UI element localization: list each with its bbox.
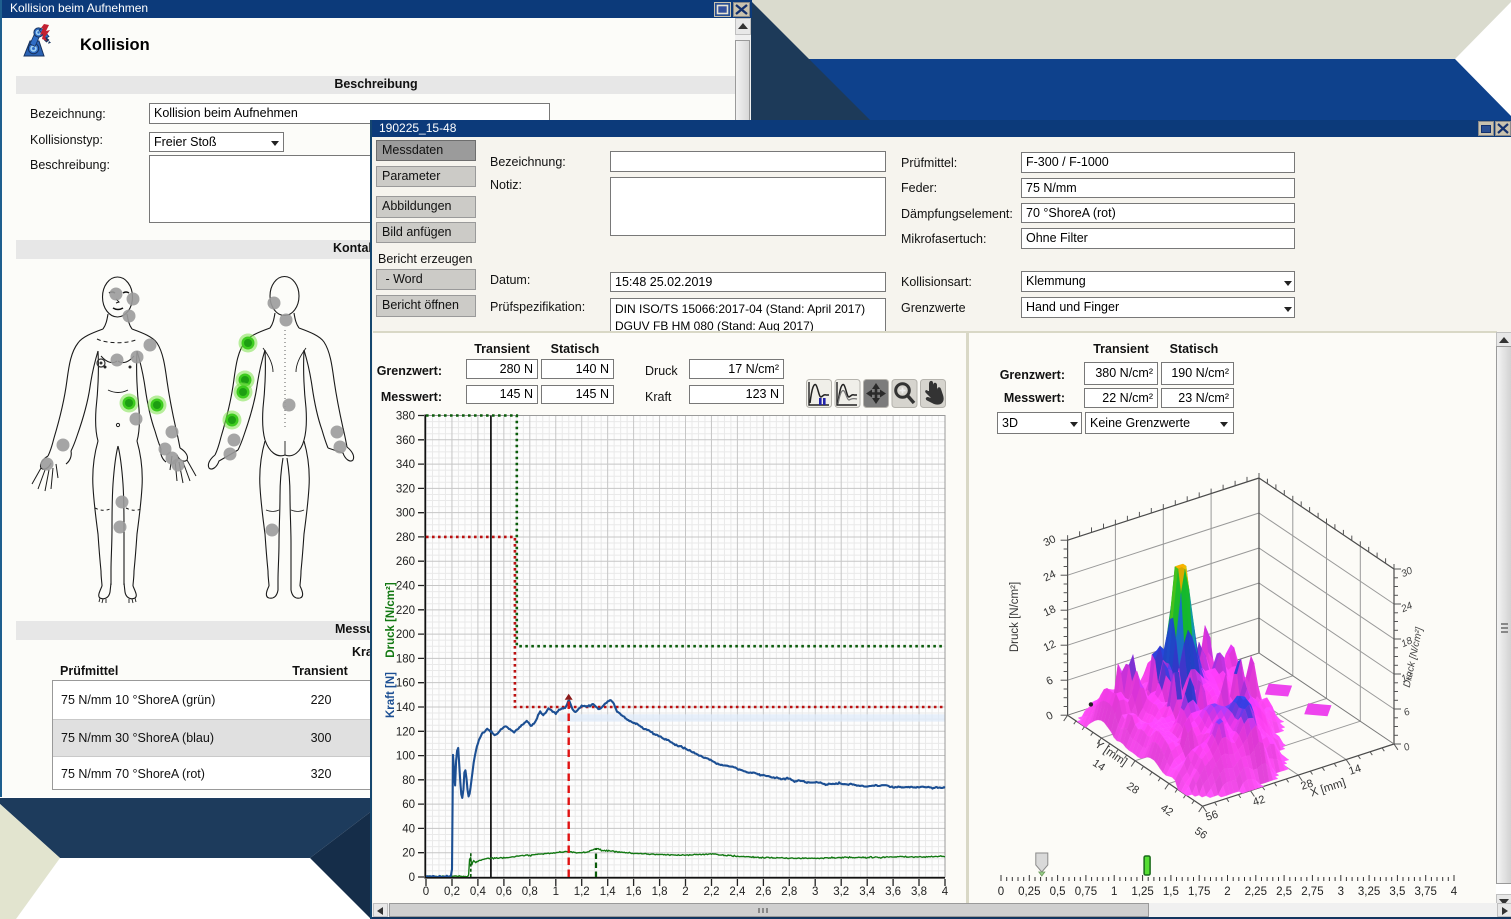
svg-text:1,75: 1,75 <box>1188 886 1210 898</box>
svg-text:3: 3 <box>812 886 818 898</box>
svg-text:0: 0 <box>423 886 429 898</box>
svg-text:60: 60 <box>402 799 415 811</box>
svg-text:18: 18 <box>1042 603 1058 619</box>
svg-text:2,2: 2,2 <box>704 886 720 898</box>
svg-text:12: 12 <box>1042 638 1058 654</box>
svg-text:0,75: 0,75 <box>1075 886 1097 898</box>
svg-text:300: 300 <box>396 508 415 520</box>
svg-text:1: 1 <box>553 886 559 898</box>
svg-text:56: 56 <box>1204 809 1219 824</box>
svg-text:0,5: 0,5 <box>1050 886 1066 898</box>
svg-text:0: 0 <box>1044 710 1055 723</box>
svg-text:0,4: 0,4 <box>470 886 487 898</box>
svg-text:0,8: 0,8 <box>522 886 538 898</box>
svg-text:220: 220 <box>396 605 415 617</box>
svg-text:4: 4 <box>942 886 949 898</box>
svg-text:2,75: 2,75 <box>1301 886 1323 898</box>
svg-text:28: 28 <box>1124 780 1141 797</box>
svg-text:1: 1 <box>1111 886 1117 898</box>
svg-text:200: 200 <box>396 629 415 641</box>
svg-text:3,5: 3,5 <box>1389 886 1405 898</box>
svg-text:1,5: 1,5 <box>1163 886 1179 898</box>
svg-text:120: 120 <box>396 726 415 738</box>
svg-text:280: 280 <box>396 532 415 544</box>
svg-text:360: 360 <box>396 435 415 447</box>
svg-text:320: 320 <box>396 483 415 495</box>
svg-text:3,25: 3,25 <box>1358 886 1380 898</box>
svg-text:0,25: 0,25 <box>1018 886 1040 898</box>
svg-text:42: 42 <box>1251 794 1266 809</box>
svg-text:Druck [N/cm²]: Druck [N/cm²] <box>385 582 397 658</box>
svg-text:20: 20 <box>402 848 415 860</box>
svg-text:180: 180 <box>396 653 415 665</box>
svg-text:3,4: 3,4 <box>859 886 876 898</box>
svg-text:2: 2 <box>682 886 688 898</box>
svg-text:14: 14 <box>1347 763 1362 778</box>
svg-text:340: 340 <box>396 459 415 471</box>
svg-text:260: 260 <box>396 556 415 568</box>
svg-text:30: 30 <box>1400 565 1415 580</box>
svg-text:3,75: 3,75 <box>1415 886 1437 898</box>
svg-text:3,6: 3,6 <box>885 886 901 898</box>
svg-text:1,25: 1,25 <box>1131 886 1153 898</box>
svg-text:24: 24 <box>1399 600 1415 615</box>
svg-text:160: 160 <box>396 678 415 690</box>
svg-text:42: 42 <box>1158 802 1175 819</box>
svg-text:14: 14 <box>1090 757 1107 774</box>
svg-text:1,2: 1,2 <box>574 886 590 898</box>
svg-text:2,25: 2,25 <box>1245 886 1267 898</box>
svg-text:1,6: 1,6 <box>626 886 642 898</box>
svg-text:3,8: 3,8 <box>911 886 927 898</box>
svg-text:1,8: 1,8 <box>652 886 668 898</box>
svg-text:0: 0 <box>409 872 415 884</box>
svg-text:0,6: 0,6 <box>496 886 512 898</box>
svg-text:0,2: 0,2 <box>444 886 460 898</box>
svg-text:2,8: 2,8 <box>781 886 797 898</box>
svg-text:1,4: 1,4 <box>600 886 617 898</box>
svg-text:2: 2 <box>1224 886 1230 898</box>
svg-text:2,5: 2,5 <box>1276 886 1292 898</box>
svg-text:3,2: 3,2 <box>833 886 849 898</box>
svg-text:2,4: 2,4 <box>729 886 746 898</box>
svg-text:24: 24 <box>1042 568 1058 584</box>
svg-text:X [mm]: X [mm] <box>1309 777 1347 800</box>
svg-text:100: 100 <box>396 751 415 763</box>
svg-text:3: 3 <box>1338 886 1344 898</box>
svg-text:4: 4 <box>1451 886 1458 898</box>
svg-text:380: 380 <box>396 411 415 423</box>
svg-text:30: 30 <box>1042 533 1058 549</box>
svg-text:40: 40 <box>402 823 415 835</box>
svg-text:240: 240 <box>396 581 415 593</box>
svg-text:Druck [N/cm²]: Druck [N/cm²] <box>1402 626 1426 688</box>
svg-text:0: 0 <box>1402 741 1412 754</box>
svg-text:140: 140 <box>396 702 415 714</box>
svg-text:6: 6 <box>1402 706 1412 719</box>
svg-text:80: 80 <box>402 775 415 787</box>
svg-text:6: 6 <box>1044 675 1055 688</box>
svg-text:2,6: 2,6 <box>755 886 771 898</box>
svg-text:Druck [N/cm²]: Druck [N/cm²] <box>1009 582 1021 652</box>
svg-text:0: 0 <box>998 886 1004 898</box>
svg-text:56: 56 <box>1192 825 1209 842</box>
svg-text:Kraft [N]: Kraft [N] <box>385 672 397 718</box>
